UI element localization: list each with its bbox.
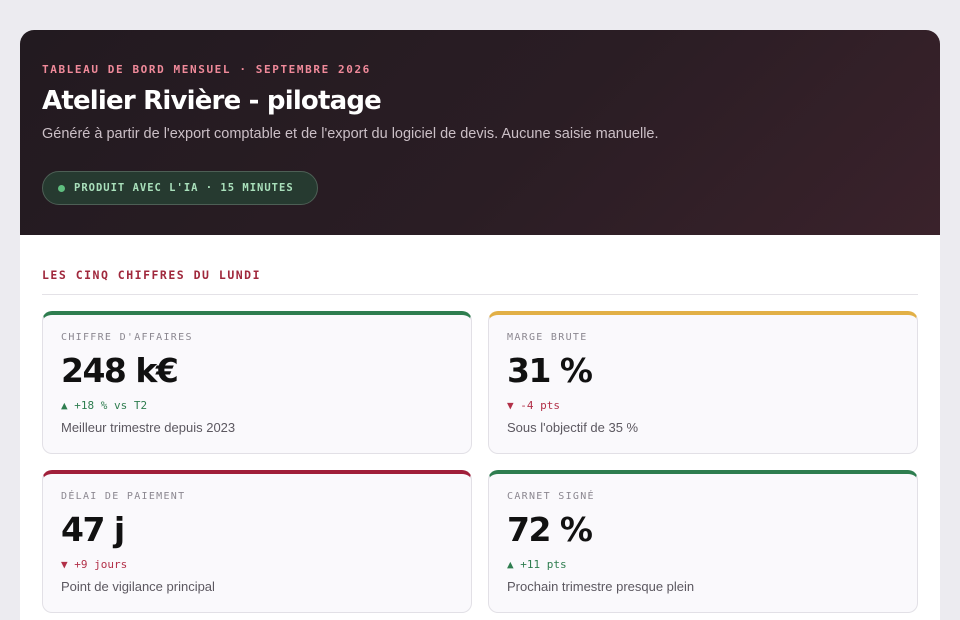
kpi-label: MARGE BRUTE [507,332,588,343]
kpi-value: 31 % [507,351,593,390]
kpi-note: Sous l'objectif de 35 % [507,420,639,435]
page-title: Atelier Rivière - pilotage [42,86,382,116]
kpi-value: 47 j [61,510,125,549]
kpi-value: 248 k€ [61,351,179,390]
kpi-trend: ▲ +18 % vs T2 [61,399,148,412]
section-title: LES CINQ CHIFFRES DU LUNDI [42,268,918,295]
kpi-trend: ▼ -4 pts [507,399,560,412]
kpi-card-payment-delay: DÉLAI DE PAIEMENT 47 j ▼ +9 jours Point … [42,470,472,613]
dashboard-card: TABLEAU DE BORD MENSUEL · SEPTEMBRE 2026… [20,30,940,620]
kpi-label: DÉLAI DE PAIEMENT [61,491,186,502]
kpi-trend: ▲ +11 pts [507,558,567,571]
kpi-trend: ▼ +9 jours [61,558,128,571]
kpi-value: 72 % [507,510,593,549]
report-kicker: TABLEAU DE BORD MENSUEL · SEPTEMBRE 2026 [42,63,371,76]
ai-badge-label: PRODUIT AVEC L'IA · 15 MINUTES [74,182,294,194]
kpi-note: Meilleur trimestre depuis 2023 [61,420,236,435]
ai-badge: PRODUIT AVEC L'IA · 15 MINUTES [42,171,318,205]
kpi-card-revenue: CHIFFRE D'AFFAIRES 248 k€ ▲ +18 % vs T2 … [42,311,472,454]
kpi-section: LES CINQ CHIFFRES DU LUNDI CHIFFRE D'AFF… [20,235,940,613]
kpi-note: Prochain trimestre presque plein [507,579,695,594]
kpi-label: CARNET SIGNÉ [507,491,595,502]
page-subtitle: Généré à partir de l'export comptable et… [42,126,659,142]
hero-header: TABLEAU DE BORD MENSUEL · SEPTEMBRE 2026… [20,30,940,235]
status-dot-icon [58,184,65,192]
kpi-grid: CHIFFRE D'AFFAIRES 248 k€ ▲ +18 % vs T2 … [42,311,918,613]
kpi-card-signed-backlog: CARNET SIGNÉ 72 % ▲ +11 pts Prochain tri… [488,470,918,613]
kpi-card-gross-margin: MARGE BRUTE 31 % ▼ -4 pts Sous l'objecti… [488,311,918,454]
kpi-note: Point de vigilance principal [61,579,215,594]
kpi-label: CHIFFRE D'AFFAIRES [61,332,193,343]
